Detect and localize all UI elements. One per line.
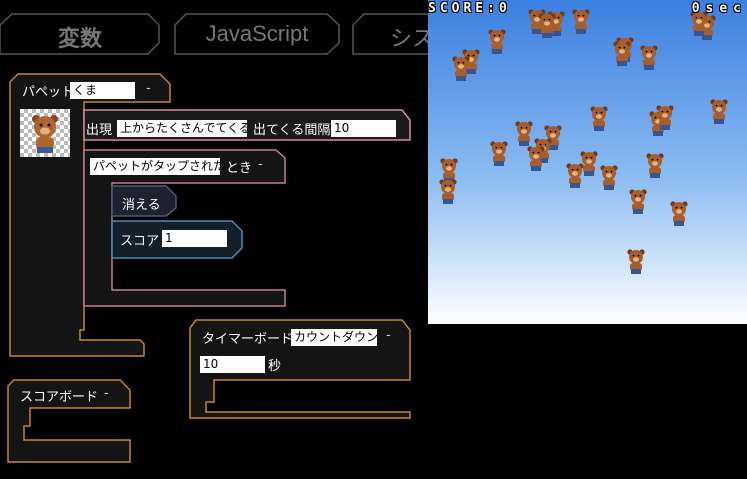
appear-interval-field[interactable]: 10 <box>331 120 396 137</box>
bear-sprite-icon[interactable] <box>588 105 610 133</box>
puppet-menu-button[interactable]: - <box>146 81 151 96</box>
bear-sprite-icon[interactable] <box>654 104 676 132</box>
score-value-field[interactable]: 1 <box>162 230 227 247</box>
bear-sprite-icon[interactable] <box>598 164 620 192</box>
time-display: 0sec <box>691 1 747 16</box>
timer-mode-field[interactable]: カウントダウン <box>291 329 377 346</box>
score-block-label: スコア <box>120 234 160 249</box>
bear-sprite-icon[interactable] <box>627 188 649 216</box>
timer-block-label: タイマーボード <box>202 332 294 347</box>
timer-unit-label: 秒 <box>268 359 282 374</box>
tap-block-label: とき <box>226 161 253 176</box>
bear-sprite-icon[interactable] <box>611 40 633 68</box>
score-display: SCORE:0 <box>428 1 511 16</box>
timer-seconds-field[interactable]: 10 <box>200 356 265 373</box>
bear-sprite-icon[interactable] <box>450 55 472 83</box>
bear-sprite-icon[interactable] <box>644 152 666 180</box>
disappear-block-label[interactable]: 消える <box>122 194 161 213</box>
puppet-name-field[interactable]: くま <box>70 82 135 99</box>
bear-sprite-icon[interactable] <box>437 178 459 206</box>
scoreboard-menu-button[interactable]: - <box>104 386 109 401</box>
bear-sprite-icon[interactable] <box>638 44 660 72</box>
bear-sprite-icon[interactable] <box>488 140 510 168</box>
bear-sprite-icon[interactable] <box>668 200 690 228</box>
puppet-thumbnail[interactable] <box>20 109 70 157</box>
bear-sprite-icon[interactable] <box>578 150 600 178</box>
bear-sprite-icon[interactable] <box>625 248 647 276</box>
appear-block-label: 出現 <box>86 123 113 138</box>
tap-menu-button[interactable]: - <box>258 157 263 172</box>
bear-sprite-icon[interactable] <box>486 28 508 56</box>
tap-event-field[interactable]: パペットがタップされた <box>90 158 220 175</box>
bear-sprite-icon[interactable] <box>536 12 558 40</box>
bear-sprite-icon[interactable] <box>525 145 547 173</box>
game-stage[interactable]: SCORE:0 0sec <box>428 0 747 324</box>
puppet-block-label: パペット <box>22 85 75 100</box>
timer-menu-button[interactable]: - <box>386 328 391 343</box>
bear-icon <box>32 115 58 153</box>
appear-mode-field[interactable]: 上からたくさんでてくる <box>117 120 247 137</box>
appear-interval-label: 出てくる間隔 <box>253 123 331 138</box>
scoreboard-block-label: スコアボード <box>20 390 99 405</box>
bear-sprite-icon[interactable] <box>570 8 592 36</box>
bear-sprite-icon[interactable] <box>708 98 730 126</box>
